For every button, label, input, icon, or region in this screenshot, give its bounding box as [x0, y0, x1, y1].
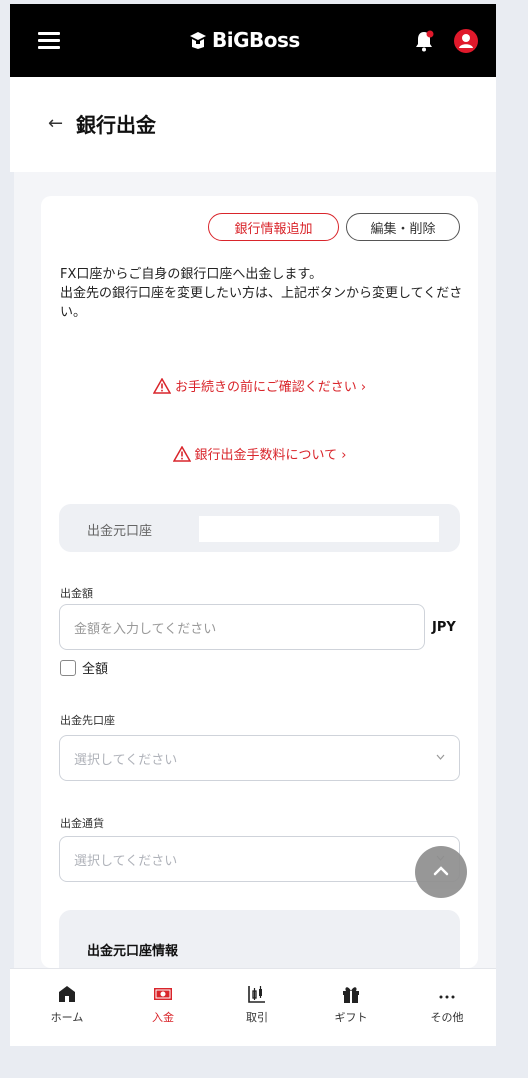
- warning-icon: [172, 446, 191, 462]
- page-title: 銀行出金: [76, 113, 156, 137]
- page-header: ← 銀行出金: [10, 77, 496, 172]
- warning-icon: [152, 378, 171, 394]
- destination-label: 出金先口座: [60, 714, 115, 727]
- trade-icon: [248, 986, 265, 1003]
- nav-home-label: ホーム: [50, 1011, 84, 1024]
- full-amount-option[interactable]: 全額: [60, 658, 108, 677]
- currency-select-label: 出金通貨: [60, 817, 104, 830]
- full-amount-checkbox[interactable]: [60, 659, 76, 676]
- nav-gift[interactable]: ギフト: [316, 983, 386, 1025]
- nav-deposit-label: 入金: [152, 1011, 174, 1024]
- scroll-to-top-button[interactable]: [415, 846, 467, 898]
- description-text: FX口座からご自身の銀行口座へ出金します。 出金先の銀行口座を変更したい方は、上…: [60, 265, 470, 322]
- nav-trade[interactable]: 取引: [222, 983, 292, 1025]
- amount-label: 出金額: [60, 587, 93, 600]
- amount-input[interactable]: 金額を入力してください: [59, 604, 425, 650]
- top-bar: BiGBoss: [10, 4, 496, 77]
- source-account-box: 出金元口座: [59, 504, 460, 552]
- notification-bell-icon[interactable]: [414, 30, 434, 52]
- logo-mark-icon: [190, 32, 206, 49]
- back-arrow-icon[interactable]: ←: [48, 113, 63, 134]
- currency-select[interactable]: 選択してください: [59, 836, 460, 882]
- chevron-down-icon: [436, 754, 445, 760]
- source-account-value: [199, 516, 439, 542]
- logo-text: BiGBoss: [212, 28, 300, 52]
- nav-more[interactable]: その他: [412, 983, 482, 1025]
- destination-placeholder: 選択してください: [74, 752, 178, 768]
- fee-info-text: 銀行出金手数料について ›: [194, 448, 347, 463]
- edit-delete-button[interactable]: 編集・削除: [346, 213, 460, 241]
- more-icon: [439, 995, 455, 999]
- nav-trade-label: 取引: [246, 1011, 268, 1024]
- source-account-label: 出金元口座: [87, 524, 153, 539]
- confirm-before-text: お手続きの前にご確認ください ›: [174, 380, 367, 395]
- destination-select[interactable]: 選択してください: [59, 735, 460, 781]
- nav-deposit[interactable]: 入金: [128, 983, 198, 1025]
- user-avatar-icon[interactable]: [454, 29, 478, 53]
- currency-label: JPY: [432, 620, 456, 635]
- info-section-title: 出金元口座情報: [87, 944, 179, 959]
- logo[interactable]: BiGBoss: [188, 24, 300, 56]
- deposit-icon: [154, 988, 172, 1000]
- fee-info-link[interactable]: 銀行出金手数料について ›: [41, 444, 478, 463]
- description-line-1: FX口座からご自身の銀行口座へ出金します。: [60, 267, 323, 282]
- bottom-navigation: ホーム 入金 取引 ギフト その他: [10, 968, 496, 1046]
- confirm-before-link[interactable]: お手続きの前にご確認ください ›: [41, 376, 478, 395]
- currency-select-placeholder: 選択してください: [74, 853, 178, 869]
- chevron-up-icon: [433, 866, 449, 876]
- withdrawal-card: 銀行情報追加 編集・削除 FX口座からご自身の銀行口座へ出金します。 出金先の銀…: [41, 196, 478, 990]
- nav-more-label: その他: [430, 1011, 464, 1024]
- menu-icon[interactable]: [38, 32, 60, 50]
- nav-gift-label: ギフト: [334, 1011, 368, 1024]
- home-icon: [59, 986, 75, 1002]
- nav-home[interactable]: ホーム: [32, 983, 102, 1025]
- description-line-2: 出金先の銀行口座を変更したい方は、上記ボタンから変更してください。: [60, 286, 463, 320]
- gift-icon: [343, 987, 359, 1003]
- amount-placeholder: 金額を入力してください: [74, 621, 217, 637]
- add-bank-info-button[interactable]: 銀行情報追加: [208, 213, 339, 241]
- full-amount-label: 全額: [82, 662, 109, 677]
